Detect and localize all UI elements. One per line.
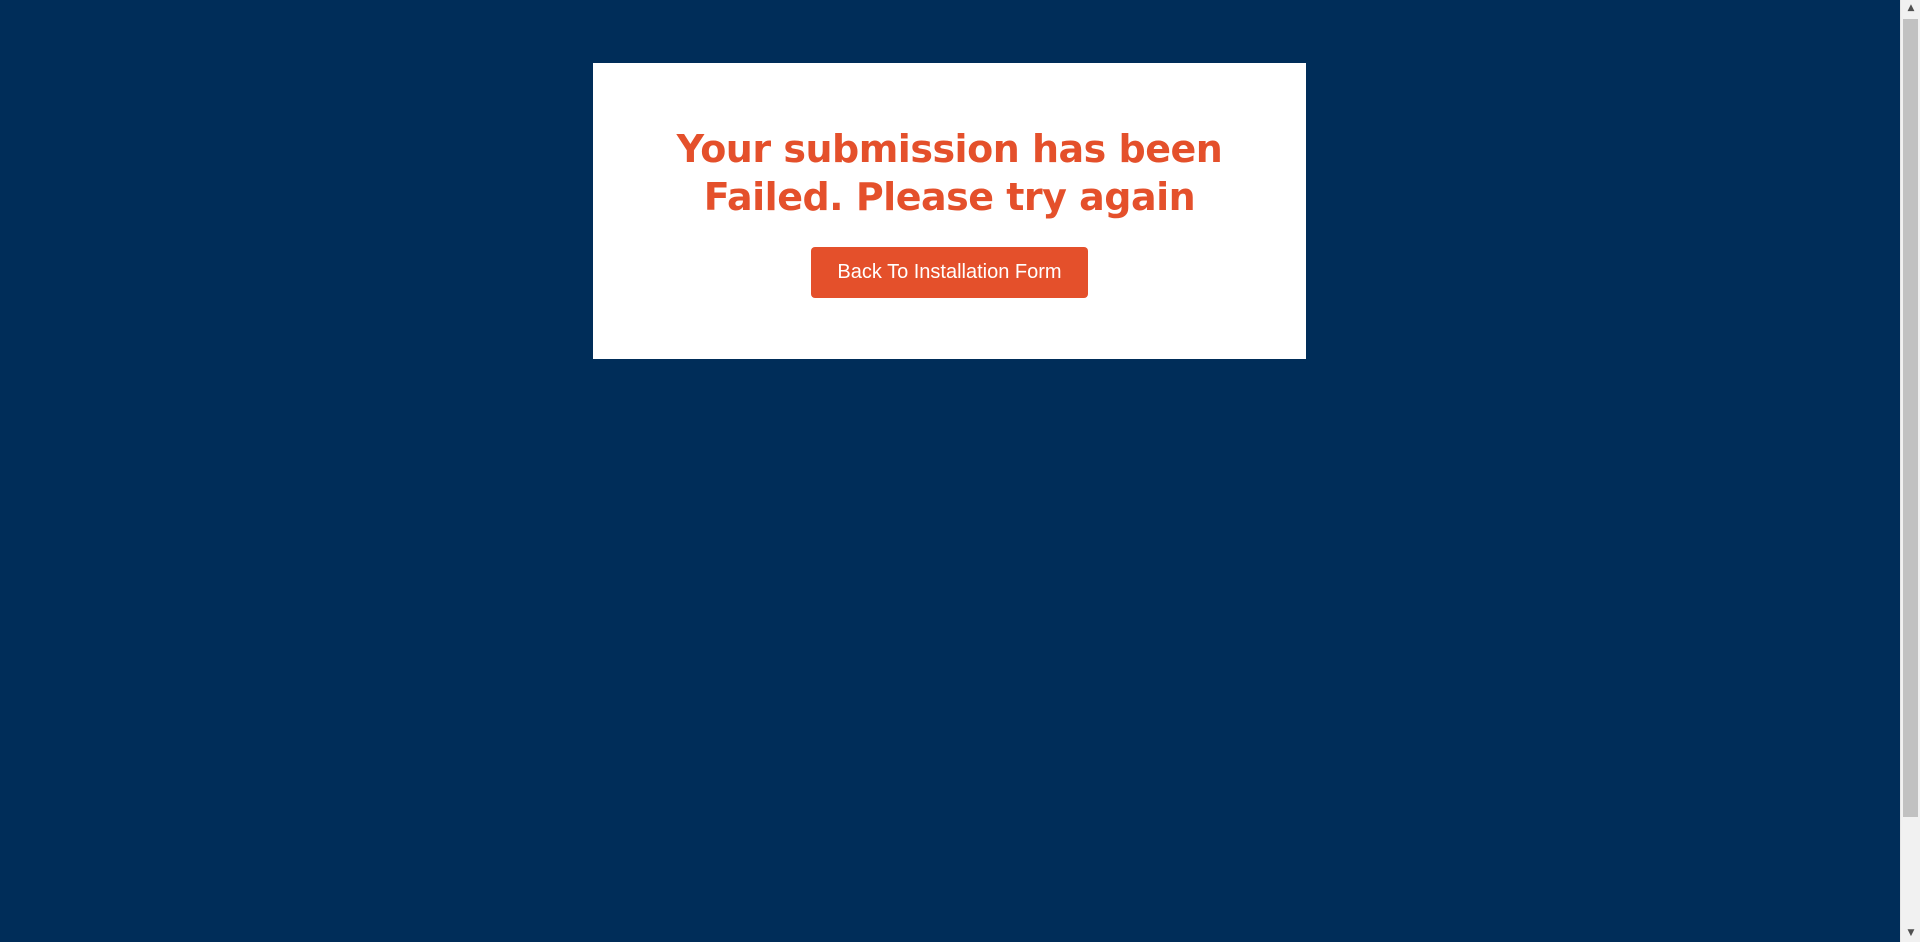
scroll-up-arrow-icon[interactable]: ▲ [1901, 0, 1920, 17]
page-background: Your submission has been Failed. Please … [0, 0, 1900, 942]
result-card: Your submission has been Failed. Please … [593, 63, 1306, 359]
failure-message-line-2: Failed. Please try again [703, 175, 1196, 219]
vertical-scrollbar[interactable]: ▲ ▼ [1900, 0, 1920, 942]
back-to-installation-form-button[interactable]: Back To Installation Form [811, 247, 1088, 298]
scroll-down-arrow-icon[interactable]: ▼ [1901, 925, 1920, 942]
scrollbar-thumb[interactable] [1903, 19, 1918, 817]
failure-message: Your submission has been Failed. Please … [670, 125, 1230, 221]
failure-message-line-1: Your submission has been [676, 127, 1223, 171]
